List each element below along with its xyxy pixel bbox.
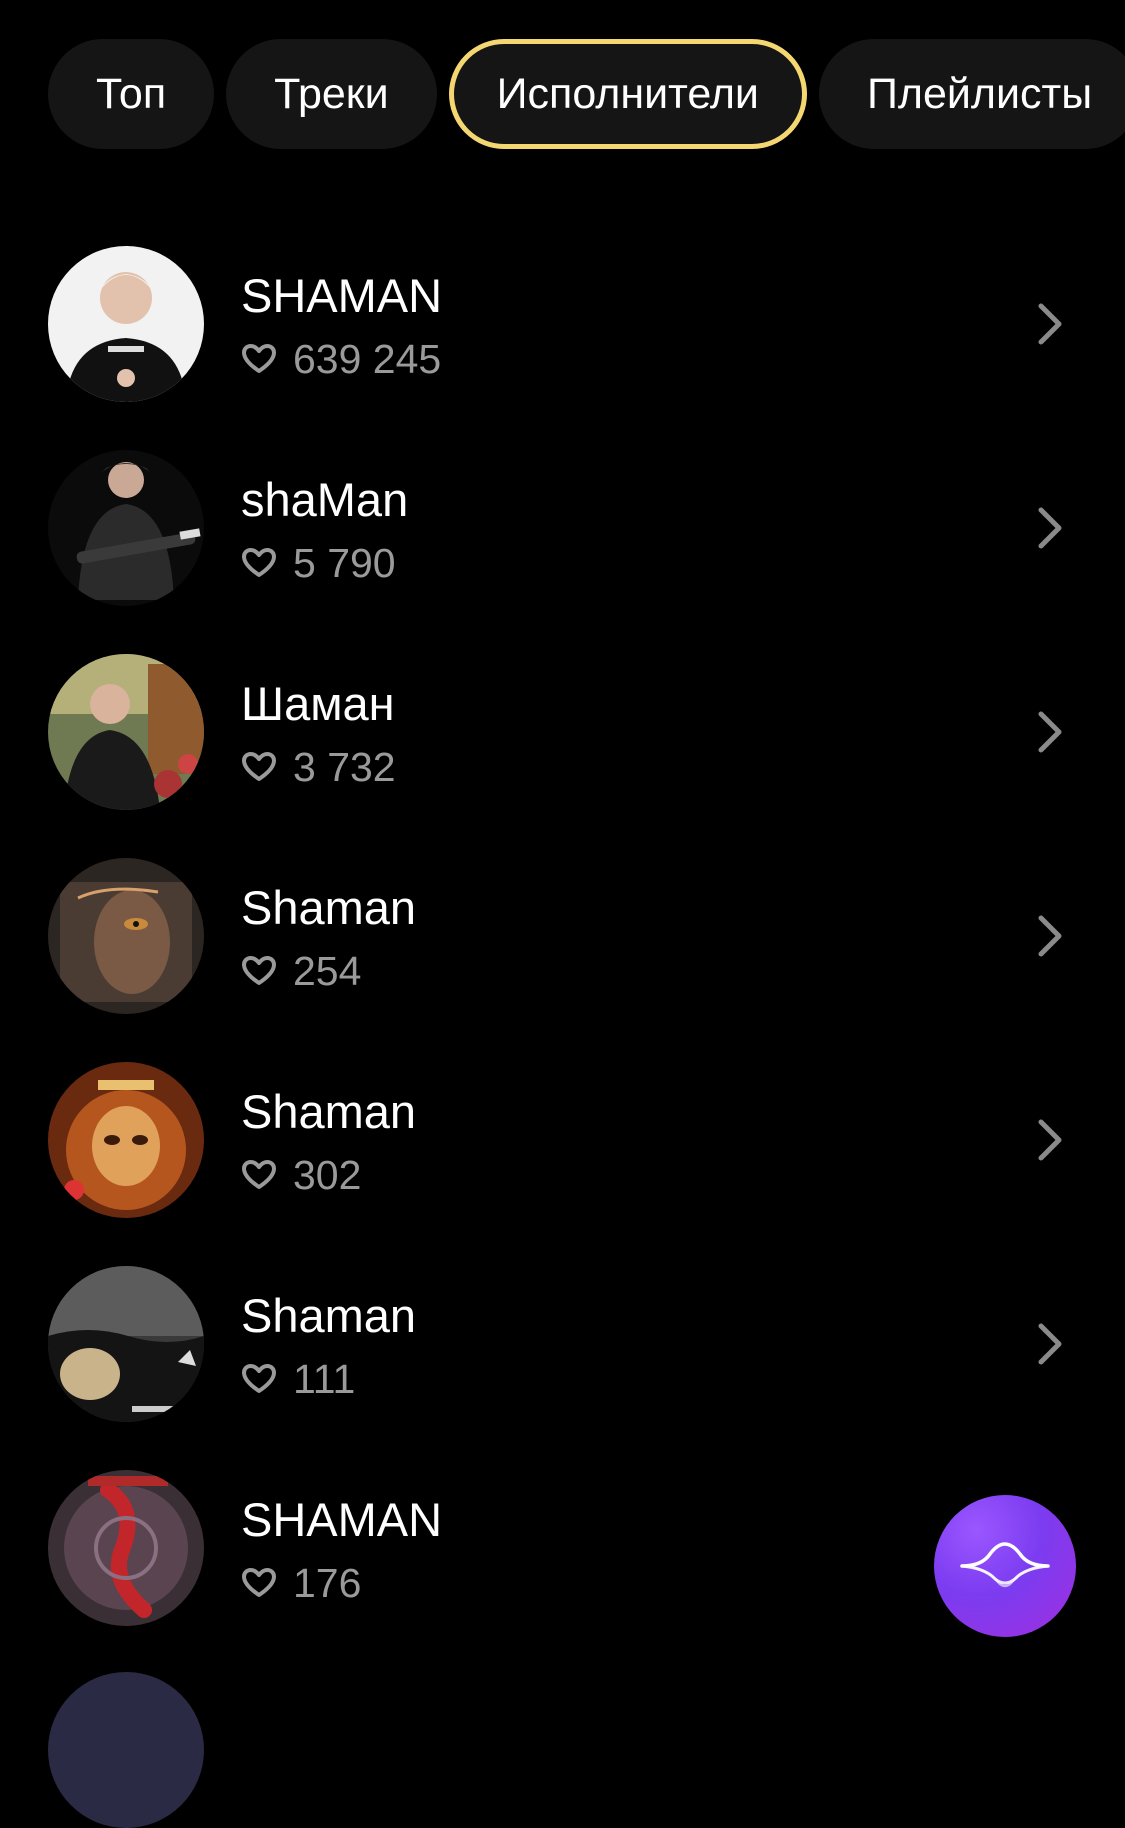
heart-icon <box>242 1160 276 1189</box>
heart-icon <box>242 548 276 577</box>
heart-icon <box>242 344 276 373</box>
tab-bar: Топ Треки Исполнители Плейлисты <box>48 39 1125 149</box>
artist-avatar <box>48 246 204 402</box>
artist-row[interactable]: Шаман 3 732 <box>0 652 1125 856</box>
tab-tracks[interactable]: Треки <box>226 39 437 149</box>
chevron-right-icon[interactable] <box>1035 300 1067 348</box>
artist-avatar <box>48 450 204 606</box>
likes-count: 111 <box>293 1355 356 1402</box>
artist-name: Shaman <box>241 1289 417 1342</box>
heart-icon <box>242 1568 276 1597</box>
artist-row[interactable]: Shaman 254 <box>0 856 1125 1060</box>
artist-row[interactable]: Shaman 111 <box>0 1264 1125 1468</box>
artist-name: Шаман <box>241 677 395 730</box>
artist-likes: 302 <box>241 1151 362 1198</box>
artist-name: SHAMAN <box>241 1493 443 1546</box>
artist-likes: 111 <box>241 1355 356 1402</box>
likes-count: 254 <box>293 947 362 994</box>
artist-likes: 639 245 <box>241 335 442 382</box>
heart-icon <box>242 752 276 781</box>
artist-likes: 5 790 <box>241 539 396 586</box>
tab-top[interactable]: Топ <box>48 39 215 149</box>
artist-avatar <box>48 654 204 810</box>
likes-count: 3 732 <box>293 743 396 790</box>
tab-artists[interactable]: Исполнители <box>448 39 807 149</box>
artist-row[interactable]: Shaman 302 <box>0 1060 1125 1264</box>
artist-row[interactable]: SHAMAN 639 245 <box>0 244 1125 448</box>
artist-likes: 254 <box>241 947 362 994</box>
artist-avatar-partial <box>48 1672 204 1828</box>
artist-avatar <box>48 1062 204 1218</box>
artist-avatar <box>48 858 204 1014</box>
artist-name: shaMan <box>241 473 409 526</box>
chevron-right-icon[interactable] <box>1035 912 1067 960</box>
artist-name: SHAMAN <box>241 269 443 322</box>
artist-likes: 176 <box>241 1559 362 1606</box>
likes-count: 302 <box>293 1151 362 1198</box>
artist-name: Shaman <box>241 1085 417 1138</box>
likes-count: 176 <box>293 1559 362 1606</box>
artist-likes: 3 732 <box>241 743 396 790</box>
tab-playlists[interactable]: Плейлисты <box>818 39 1125 149</box>
heart-icon <box>242 956 276 985</box>
chevron-right-icon[interactable] <box>1035 708 1067 756</box>
artist-list: SHAMAN 639 245 shaMan 5 790 Шаман 3 732 … <box>0 244 1125 1672</box>
artist-avatar <box>48 1470 204 1626</box>
chevron-right-icon[interactable] <box>1035 1320 1067 1368</box>
artist-row[interactable]: shaMan 5 790 <box>0 448 1125 652</box>
chevron-right-icon[interactable] <box>1035 504 1067 552</box>
likes-count: 5 790 <box>293 539 396 586</box>
chevron-right-icon[interactable] <box>1035 1116 1067 1164</box>
heart-icon <box>242 1364 276 1393</box>
wave-icon <box>960 1542 1050 1588</box>
likes-count: 639 245 <box>293 335 442 382</box>
artist-name: Shaman <box>241 881 417 934</box>
wave-button[interactable] <box>934 1495 1076 1637</box>
artist-avatar <box>48 1266 204 1422</box>
